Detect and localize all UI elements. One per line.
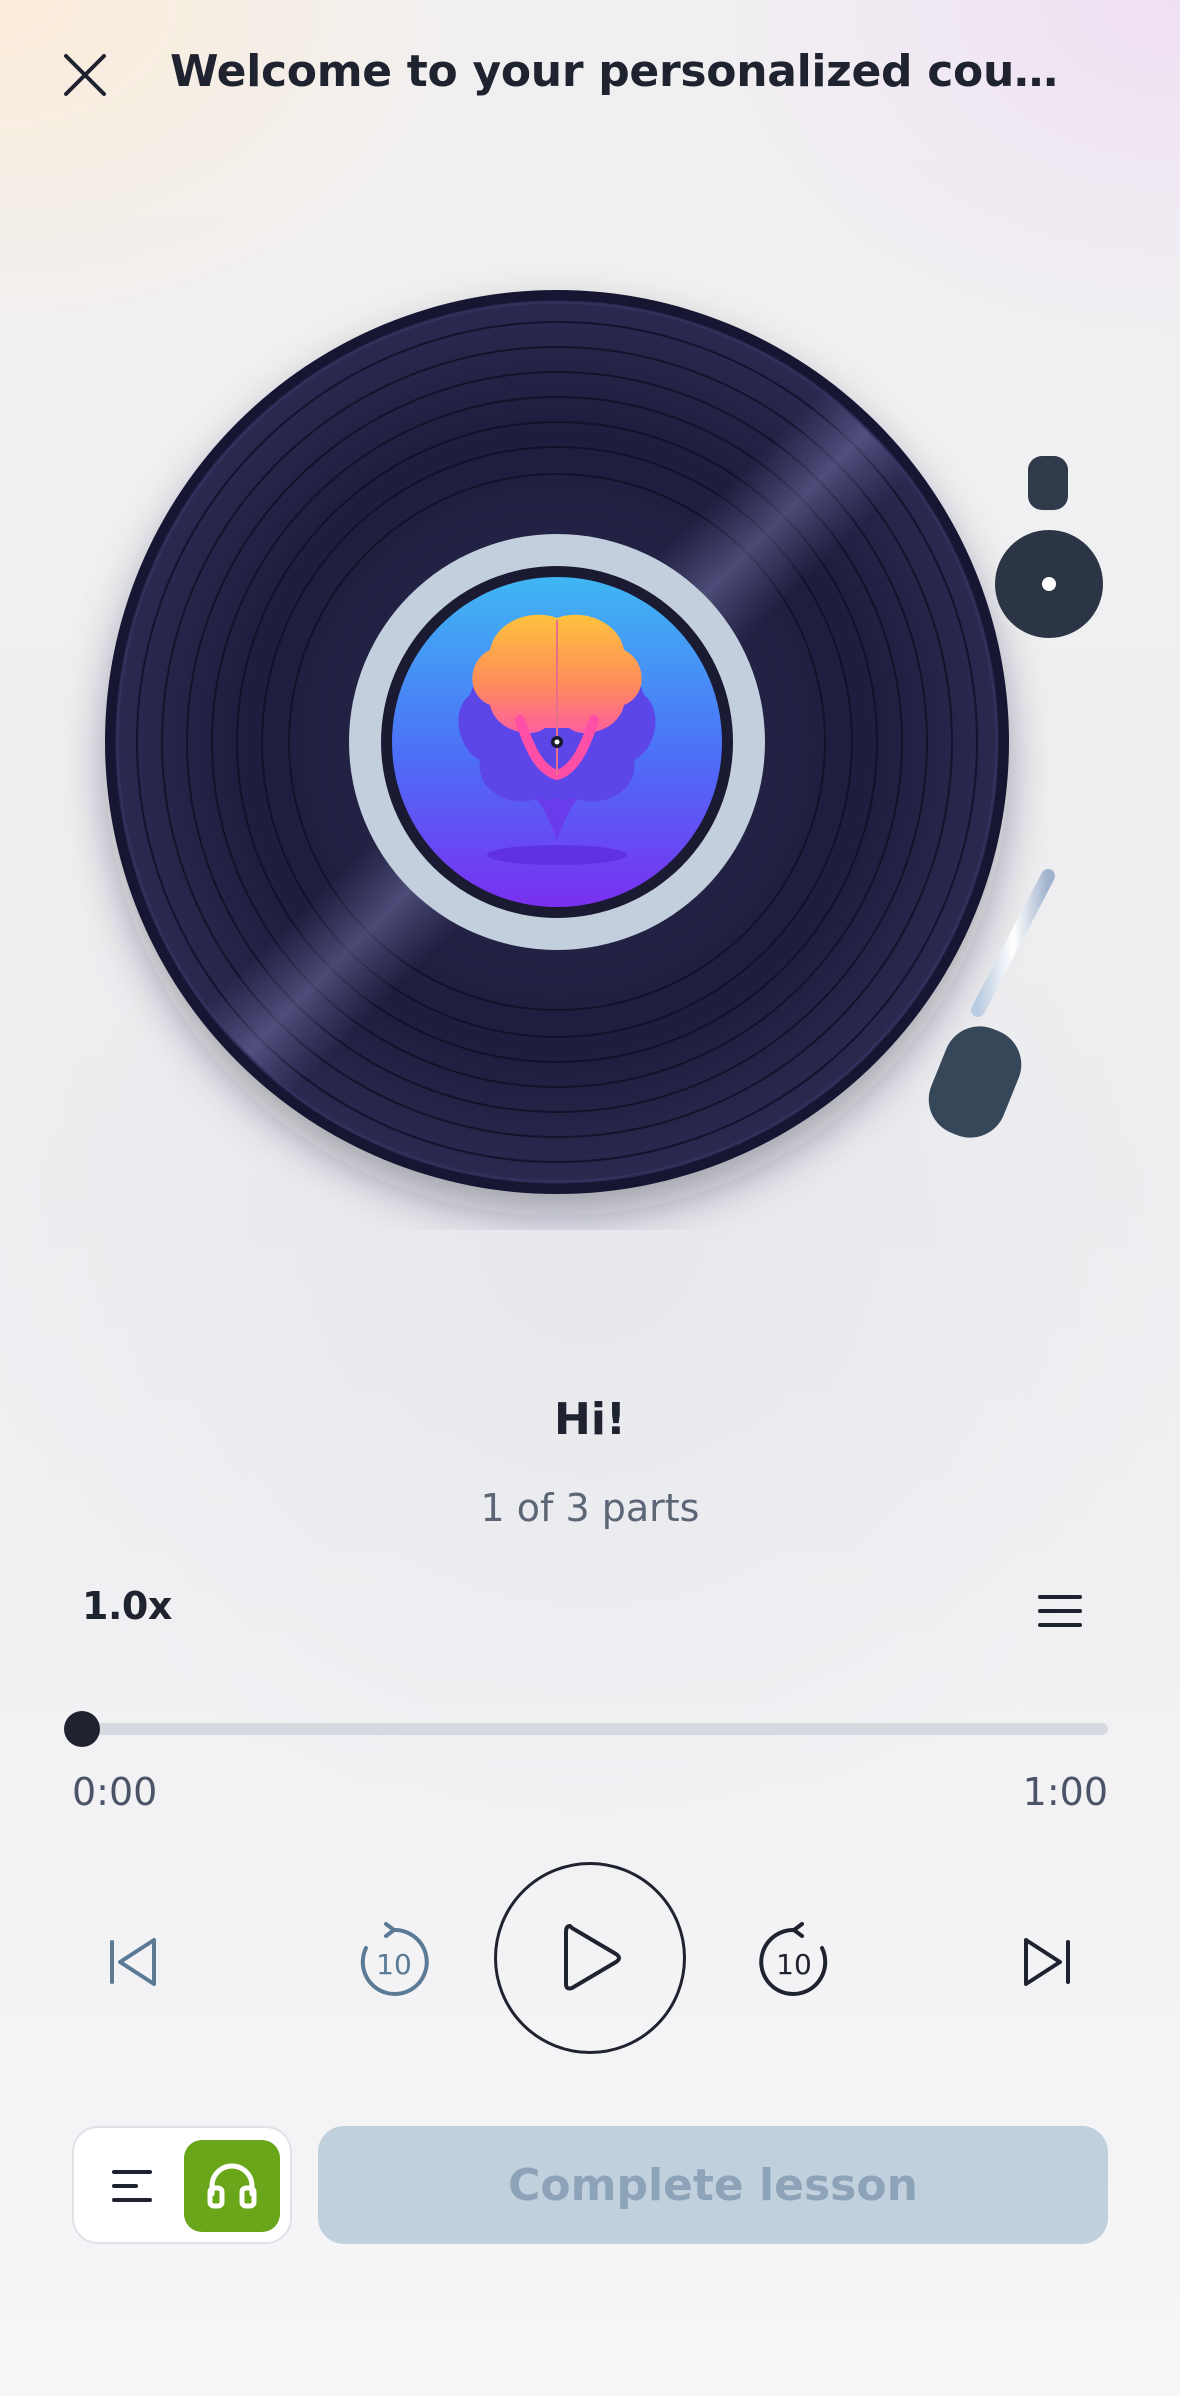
text-mode-button[interactable] bbox=[86, 2140, 178, 2232]
forward-10-label: 10 bbox=[776, 1948, 812, 1981]
current-time: 0:00 bbox=[72, 1770, 158, 1814]
close-icon bbox=[64, 54, 106, 96]
lesson-title: Welcome to your personalized cours... bbox=[170, 46, 1070, 97]
audio-mode-button[interactable] bbox=[184, 2140, 280, 2232]
vinyl-artwork bbox=[0, 250, 1180, 1230]
complete-lesson-button[interactable]: Complete lesson bbox=[318, 2126, 1108, 2244]
progress-thumb[interactable] bbox=[64, 1711, 100, 1747]
headphones-icon bbox=[207, 2163, 257, 2209]
playlist-button[interactable] bbox=[1030, 1586, 1090, 1636]
rewind-10-button[interactable]: 10 bbox=[344, 1912, 444, 2012]
mode-toggle bbox=[72, 2126, 292, 2244]
skip-next-button[interactable] bbox=[1006, 1920, 1090, 2004]
skip-previous-icon bbox=[110, 1938, 156, 1986]
close-button[interactable] bbox=[50, 40, 120, 110]
total-time: 1:00 bbox=[1022, 1770, 1108, 1814]
play-button[interactable] bbox=[494, 1862, 686, 2054]
menu-icon bbox=[1038, 1595, 1082, 1627]
skip-next-icon bbox=[1024, 1938, 1070, 1986]
track-parts-count: 1 of 3 parts bbox=[480, 1486, 700, 1530]
rewind-10-label: 10 bbox=[376, 1948, 412, 1981]
skip-previous-button[interactable] bbox=[90, 1920, 174, 2004]
vinyl-record-illustration bbox=[105, 290, 1103, 1194]
progress-slider[interactable] bbox=[64, 1711, 1108, 1747]
text-lines-icon bbox=[112, 2170, 152, 2202]
header: Welcome to your personalized cours... bbox=[0, 0, 1180, 160]
forward-10-button[interactable]: 10 bbox=[744, 1912, 844, 2012]
forward-10-icon: 10 bbox=[759, 1922, 828, 1996]
track-title: Hi! bbox=[554, 1394, 626, 1445]
playback-speed-button[interactable]: 1.0x bbox=[82, 1584, 172, 1628]
rewind-10-icon: 10 bbox=[360, 1922, 429, 1996]
play-icon bbox=[564, 1924, 621, 1991]
